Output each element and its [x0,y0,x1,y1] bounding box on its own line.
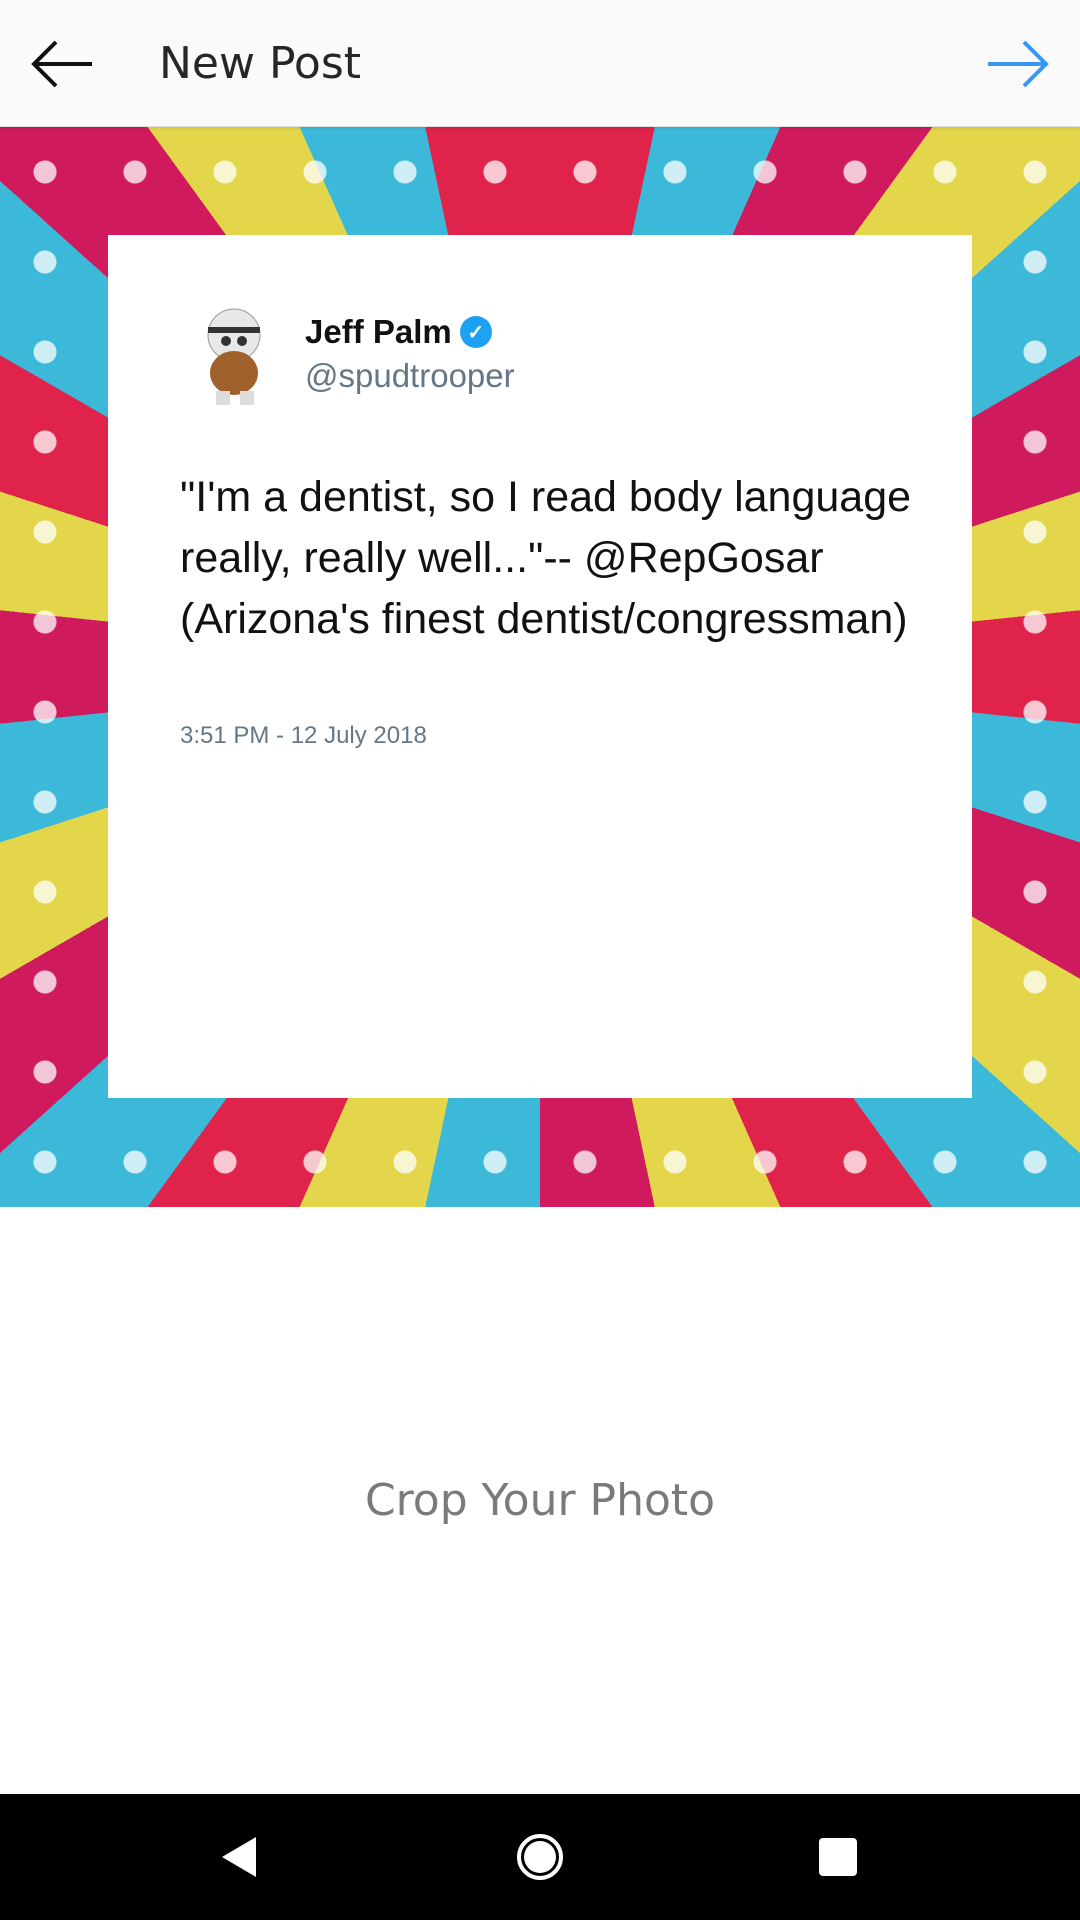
author-handle: @spudtrooper [305,357,515,394]
author-name: Jeff Palm [305,313,452,350]
crop-photo-label[interactable]: Crop Your Photo [0,1475,1080,1526]
circle-home-icon[interactable] [510,1827,570,1887]
system-nav-bar [0,1794,1080,1920]
verified-badge-icon: ✓ [459,316,492,348]
arrow-right-icon[interactable] [982,38,1052,90]
square-recents-icon[interactable] [808,1827,868,1887]
tweet-timestamp: 3:51 PM - 12 July 2018 [180,722,427,749]
avatar [207,308,261,405]
page-title: New Post [159,38,362,89]
tweet-text: "I'm a dentist, so I read body language … [180,473,912,643]
photo-preview[interactable]: Jeff Palm ✓ @spudtrooper "I'm a dentist,… [0,127,1080,1207]
tweet-author: Jeff Palm ✓ [305,313,492,351]
triangle-back-icon[interactable] [210,1827,270,1887]
top-app-bar: New Post [0,0,1080,127]
arrow-left-icon[interactable] [28,38,98,90]
tweet-card: Jeff Palm ✓ @spudtrooper "I'm a dentist,… [108,235,972,1098]
